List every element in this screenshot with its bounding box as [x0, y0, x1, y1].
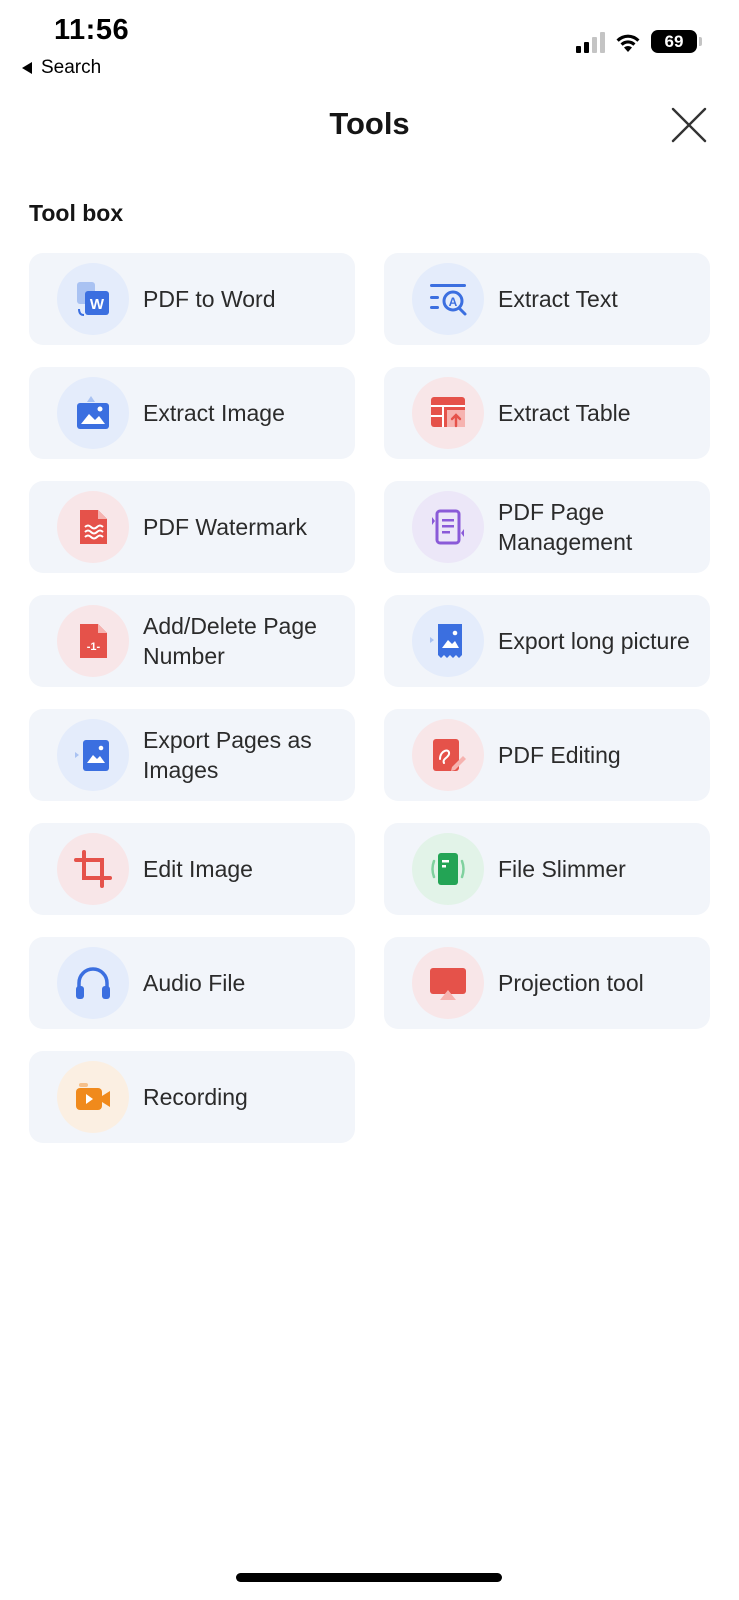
- battery-level: 69: [664, 31, 684, 51]
- tool-label: Recording: [143, 1084, 248, 1110]
- wifi-icon: [616, 34, 640, 52]
- watermark-icon: [57, 491, 129, 563]
- long-picture-icon: [412, 605, 484, 677]
- page-management-icon: [412, 491, 484, 563]
- tool-export-long-picture[interactable]: Export long picture: [384, 595, 710, 687]
- crop-icon: [57, 833, 129, 905]
- tool-edit-image[interactable]: Edit Image: [29, 823, 355, 915]
- tool-export-pages-as-images[interactable]: Export Pages as Images: [29, 709, 355, 801]
- tool-label: Extract Table: [498, 400, 631, 426]
- tool-extract-image[interactable]: Extract Image: [29, 367, 355, 459]
- tool-label: PDF to Word: [143, 286, 276, 312]
- svg-text:W: W: [90, 296, 105, 313]
- projection-icon: [412, 947, 484, 1019]
- pdf-to-word-icon: W: [57, 263, 129, 335]
- page-title: Tools: [329, 106, 410, 141]
- tool-file-slimmer[interactable]: File Slimmer: [384, 823, 710, 915]
- svg-text:A: A: [449, 295, 458, 309]
- extract-image-icon: [57, 377, 129, 449]
- tool-pdf-watermark[interactable]: PDF Watermark: [29, 481, 355, 573]
- tool-label: Edit Image: [143, 856, 253, 882]
- tool-projection-tool[interactable]: Projection tool: [384, 937, 710, 1029]
- tool-label: Extract Text: [498, 286, 618, 312]
- back-arrow-icon: [22, 62, 32, 74]
- tool-extract-text[interactable]: A Extract Text: [384, 253, 710, 345]
- extract-text-icon: A: [412, 263, 484, 335]
- pdf-edit-icon: [412, 719, 484, 791]
- tool-pdf-page-management[interactable]: PDF Page Management: [384, 481, 710, 573]
- battery-indicator: 69: [651, 30, 702, 53]
- home-indicator[interactable]: [236, 1573, 502, 1582]
- tool-label: PDF Editing: [498, 742, 621, 768]
- tool-label: Add/Delete Page Number: [143, 613, 317, 669]
- tool-pdf-editing[interactable]: PDF Editing: [384, 709, 710, 801]
- section-title: Tool box: [29, 200, 124, 226]
- tool-label: File Slimmer: [498, 856, 626, 882]
- status-time: 11:56: [54, 14, 130, 46]
- tool-label: PDF Page Management: [498, 499, 633, 555]
- back-link-label: Search: [41, 57, 102, 78]
- headphones-icon: [57, 947, 129, 1019]
- close-button[interactable]: [670, 106, 708, 144]
- close-icon: [671, 107, 707, 143]
- tools-screen: 11:56 Search 69 Tools Tool box W PDF to …: [0, 0, 739, 1600]
- tool-extract-table[interactable]: Extract Table: [384, 367, 710, 459]
- page-number-icon: -1-: [57, 605, 129, 677]
- file-slimmer-icon: [412, 833, 484, 905]
- tool-pdf-to-word[interactable]: W PDF to Word: [29, 253, 355, 345]
- tool-grid: W PDF to Word A Extract Text Extract Ima…: [29, 253, 710, 1143]
- extract-table-icon: [412, 377, 484, 449]
- tool-label: Projection tool: [498, 970, 644, 996]
- tool-audio-file[interactable]: Audio File: [29, 937, 355, 1029]
- tool-label: PDF Watermark: [143, 514, 307, 540]
- tool-add-delete-page-number[interactable]: -1- Add/Delete Page Number: [29, 595, 355, 687]
- status-icons: 69: [576, 30, 702, 53]
- tool-label: Audio File: [143, 970, 246, 996]
- export-images-icon: [57, 719, 129, 791]
- video-camera-icon: [57, 1061, 129, 1133]
- status-bar: 11:56 Search 69: [0, 0, 739, 80]
- back-to-search-link[interactable]: Search: [22, 57, 101, 79]
- tool-label: Export Pages as Images: [143, 727, 312, 783]
- tool-recording[interactable]: Recording: [29, 1051, 355, 1143]
- cellular-signal-icon: [576, 31, 605, 53]
- tool-label: Export long picture: [498, 628, 690, 654]
- tool-label: Extract Image: [143, 400, 285, 426]
- svg-text:-1-: -1-: [87, 641, 101, 653]
